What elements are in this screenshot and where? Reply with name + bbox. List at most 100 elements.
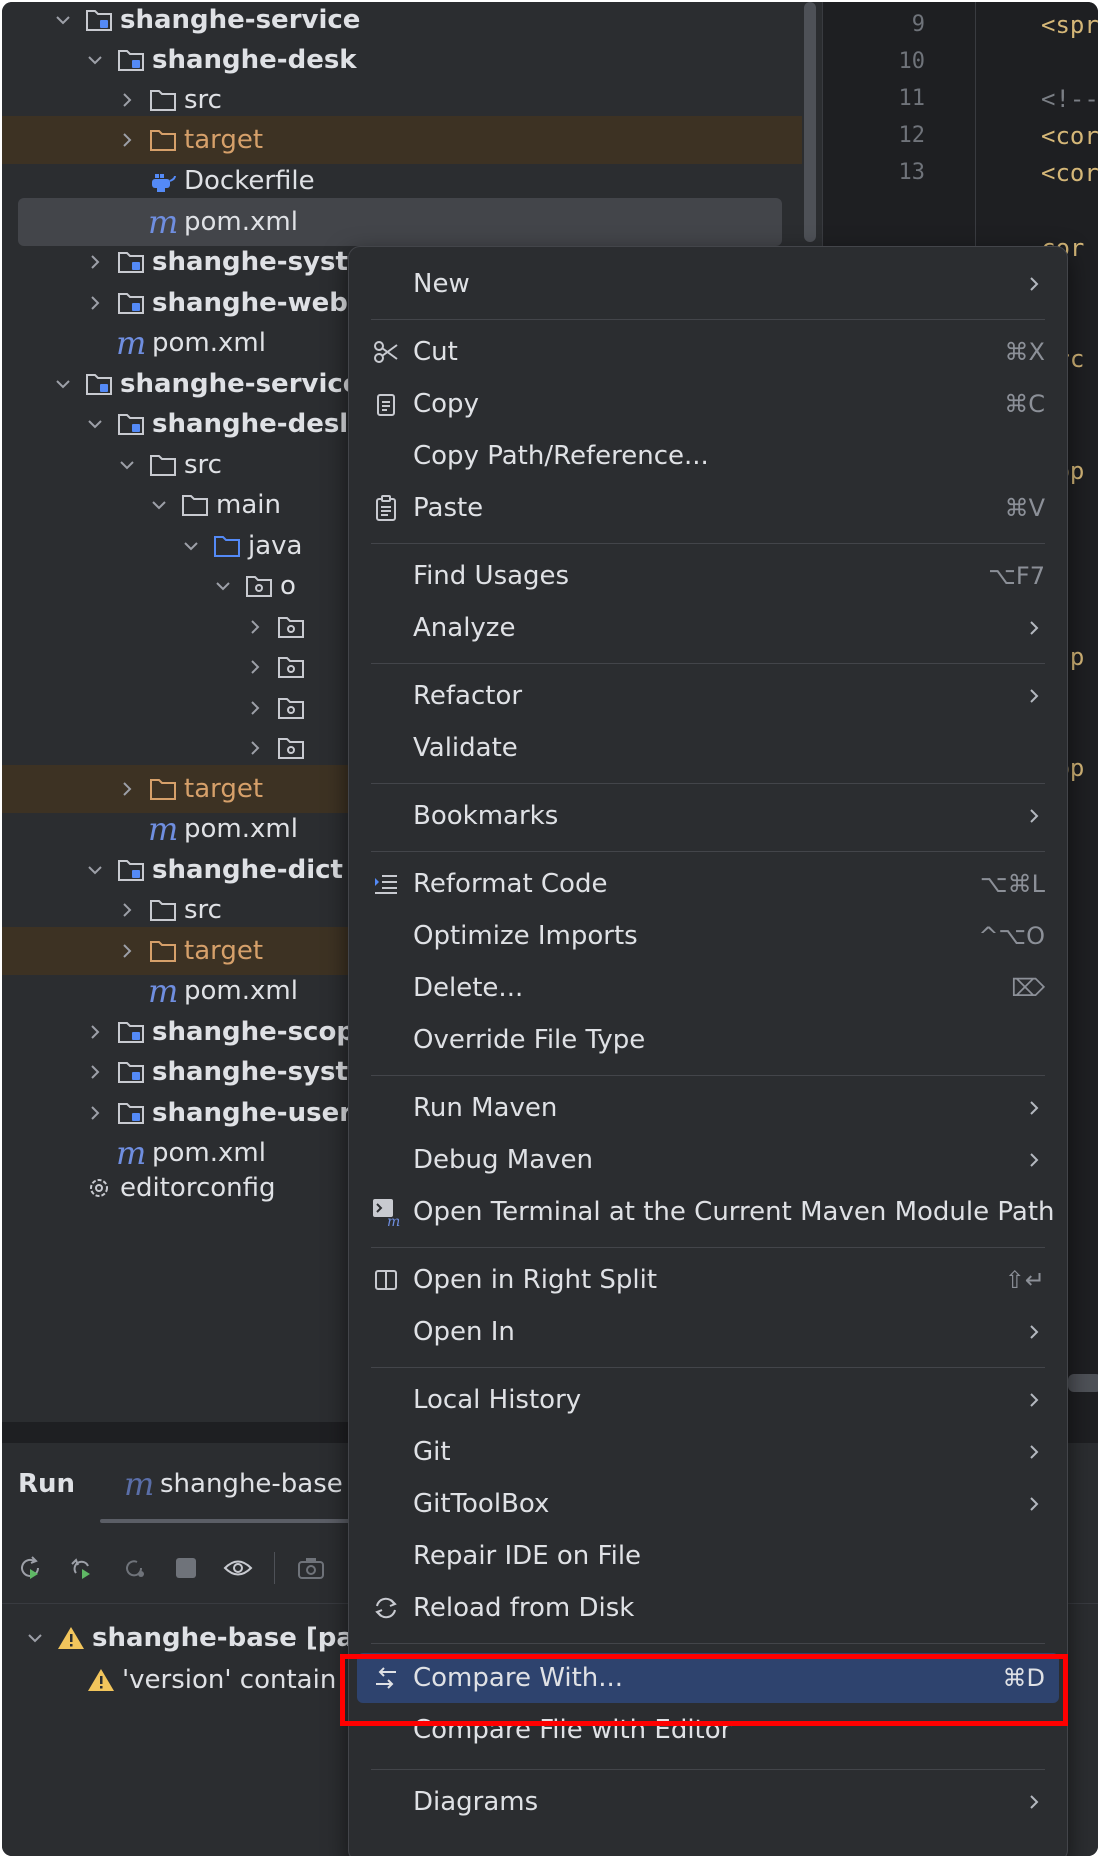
- run-tree-item-label: shanghe-base [pac: [92, 1623, 370, 1653]
- tree-label: main: [216, 490, 281, 520]
- chevron-down-icon: [212, 575, 234, 597]
- menu-item-run-maven[interactable]: Run Maven: [357, 1083, 1059, 1133]
- tree-label: java: [248, 531, 303, 561]
- menu-item-cut[interactable]: Cut ⌘X: [357, 327, 1059, 377]
- menu-item-label: Open Terminal at the Current Maven Modul…: [413, 1197, 1055, 1227]
- menu-item-open-terminal[interactable]: m Open Terminal at the Current Maven Mod…: [357, 1187, 1059, 1237]
- tree-label: shanghe-web: [152, 288, 348, 318]
- menu-item-label: Copy: [413, 389, 479, 419]
- eye-icon[interactable]: [223, 1553, 253, 1583]
- warning-icon: [56, 1623, 86, 1653]
- code-fragment: <spr: [1041, 11, 1098, 39]
- camera-icon[interactable]: [296, 1553, 326, 1583]
- menu-item-refactor[interactable]: Refactor: [357, 671, 1059, 721]
- chevron-right-icon: [244, 616, 266, 638]
- chevron-right-icon: [1027, 1494, 1041, 1514]
- menu-item-label: Repair IDE on File: [413, 1541, 642, 1571]
- tree-label: shanghe-desl: [152, 409, 349, 439]
- rerun-icon[interactable]: [15, 1553, 45, 1583]
- run-tree-item[interactable]: shanghe-base [pac: [24, 1623, 369, 1653]
- menu-item-local-history[interactable]: Local History: [357, 1375, 1059, 1425]
- menu-item-repair-ide[interactable]: Repair IDE on File: [357, 1531, 1059, 1581]
- menu-item-bookmarks[interactable]: Bookmarks: [357, 791, 1059, 841]
- package-icon: [276, 733, 306, 763]
- menu-separator: [371, 319, 1045, 320]
- menu-item-paste[interactable]: Paste ⌘V: [357, 483, 1059, 533]
- code-fragment: <cor: [1041, 159, 1098, 187]
- menu-item-shortcut: ⌘C: [1004, 390, 1045, 418]
- menu-item-gittoolbox[interactable]: GitToolBox: [357, 1479, 1059, 1529]
- chevron-right-icon: [1027, 1792, 1041, 1812]
- menu-item-reload-from-disk[interactable]: Reload from Disk: [357, 1583, 1059, 1633]
- tree-label: src: [184, 895, 222, 925]
- menu-separator: [371, 663, 1045, 664]
- package-icon: [276, 693, 306, 723]
- chevron-right-icon: [84, 1021, 106, 1043]
- menu-item-open-in[interactable]: Open In: [357, 1307, 1059, 1357]
- folder-icon: [148, 895, 178, 925]
- maven-icon: m: [116, 1134, 147, 1172]
- run-warning-label: 'version' contain: [122, 1665, 337, 1695]
- menu-item-copy-path[interactable]: Copy Path/Reference...: [357, 431, 1059, 481]
- menu-item-reformat-code[interactable]: Reformat Code ⌥⌘L: [357, 859, 1059, 909]
- menu-item-label: Refactor: [413, 681, 523, 711]
- menu-item-diagrams[interactable]: Diagrams: [357, 1777, 1059, 1827]
- maven-icon: m: [124, 1465, 155, 1503]
- menu-item-shortcut: ⌘V: [1004, 494, 1045, 522]
- tree-label: shanghe-syst: [152, 1057, 348, 1087]
- menu-item-label: Open in Right Split: [413, 1265, 658, 1295]
- menu-item-label: Reload from Disk: [413, 1593, 635, 1623]
- ide-window: shanghe-service shanghe-desk src target …: [2, 2, 1098, 1856]
- menu-item-label: Local History: [413, 1385, 582, 1415]
- rerun-failed-icon[interactable]: [67, 1553, 97, 1583]
- module-folder-icon: [116, 855, 146, 885]
- chevron-right-icon: [1027, 1390, 1041, 1410]
- chevron-right-icon: [244, 737, 266, 759]
- run-tab[interactable]: m shanghe-base: [124, 1465, 343, 1503]
- menu-item-shortcut: ⌥⌘L: [979, 870, 1045, 898]
- stop-icon[interactable]: [171, 1553, 201, 1583]
- tree-label: shanghe-user: [152, 1098, 353, 1128]
- tree-scrollbar-thumb[interactable]: [804, 2, 816, 242]
- menu-item-delete[interactable]: Delete... ⌦: [357, 963, 1059, 1013]
- menu-item-new[interactable]: New: [357, 259, 1059, 309]
- menu-separator: [371, 1247, 1045, 1248]
- svg-text:m: m: [387, 1214, 400, 1227]
- menu-item-validate[interactable]: Validate: [357, 723, 1059, 773]
- chevron-right-icon: [84, 251, 106, 273]
- menu-separator: [371, 851, 1045, 852]
- menu-item-optimize-imports[interactable]: Optimize Imports ^⌥O: [357, 911, 1059, 961]
- tree-label: shanghe-desk: [152, 45, 357, 75]
- chevron-down-icon: [84, 859, 106, 881]
- run-panel-title: Run: [18, 1469, 76, 1499]
- menu-item-git[interactable]: Git: [357, 1427, 1059, 1477]
- run-warning-item[interactable]: 'version' contain: [86, 1665, 336, 1695]
- module-folder-icon: [116, 409, 146, 439]
- menu-item-copy[interactable]: Copy ⌘C: [357, 379, 1059, 429]
- menu-item-find-usages[interactable]: Find Usages ⌥F7: [357, 551, 1059, 601]
- chevron-right-icon: [1027, 1442, 1041, 1462]
- menu-item-open-right-split[interactable]: Open in Right Split ⇧↵: [357, 1255, 1059, 1305]
- menu-item-debug-maven[interactable]: Debug Maven: [357, 1135, 1059, 1185]
- reload-icon: [371, 1593, 401, 1623]
- restart-icon[interactable]: [119, 1553, 149, 1583]
- editor-scrollbar-thumb[interactable]: [1068, 1374, 1098, 1392]
- menu-item-override-file-type[interactable]: Override File Type: [357, 1015, 1059, 1065]
- maven-icon: m: [148, 972, 179, 1010]
- menu-item-label: Override File Type: [413, 1025, 646, 1055]
- chevron-right-icon: [1027, 274, 1041, 294]
- menu-item-label: Analyze: [413, 613, 516, 643]
- code-fragment: <cor: [1041, 122, 1098, 150]
- tree-label: shanghe-dict: [152, 855, 343, 885]
- chevron-right-icon: [244, 697, 266, 719]
- line-number: 9: [911, 12, 925, 37]
- run-tab-underline: [100, 1519, 360, 1523]
- tree-label: pom.xml: [152, 328, 266, 358]
- menu-item-label: Paste: [413, 493, 484, 523]
- module-folder-icon: [84, 5, 114, 35]
- menu-item-label: Run Maven: [413, 1093, 558, 1123]
- menu-item-analyze[interactable]: Analyze: [357, 603, 1059, 653]
- chevron-right-icon: [1027, 1150, 1041, 1170]
- tree-label: shanghe-service: [120, 5, 361, 35]
- split-icon: [371, 1265, 401, 1295]
